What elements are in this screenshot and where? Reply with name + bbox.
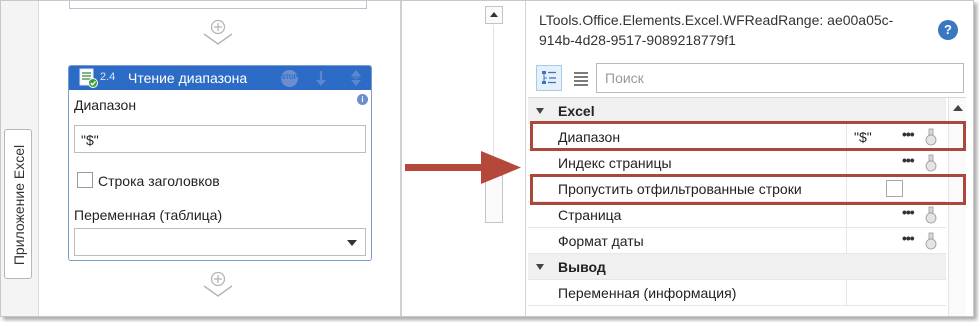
annotation-arrow-icon (405, 151, 521, 184)
property-row-sheet-index[interactable]: Индекс страницы ••• (528, 150, 946, 176)
info-icon[interactable]: i (357, 94, 368, 105)
property-row-sheet[interactable]: Страница ••• (528, 202, 946, 228)
activity-number: 2.4 (100, 71, 116, 83)
list-icon (574, 72, 588, 86)
variable-table-select[interactable] (74, 228, 366, 256)
column-divider (846, 228, 847, 253)
categorized-icon (542, 71, 556, 84)
scroll-up-button[interactable] (485, 6, 503, 24)
flask-icon[interactable] (924, 154, 938, 172)
category-row-output[interactable]: Вывод (528, 254, 946, 280)
property-row-variable-info[interactable]: Переменная (информация) (528, 280, 946, 306)
range-input[interactable]: "$" (74, 125, 366, 153)
stop-icon[interactable]: STOP (281, 70, 298, 87)
properties-title: LTools.Office.Elements.Excel.WFReadRange… (539, 12, 894, 48)
column-divider (846, 150, 847, 175)
column-divider (846, 280, 847, 305)
header-row-checkbox[interactable] (77, 172, 93, 188)
range-label: Диапазон (74, 97, 137, 113)
dropdown-arrow-icon (347, 240, 357, 246)
collapse-caret-icon[interactable] (536, 108, 544, 114)
properties-search-input[interactable]: Поиск (596, 63, 964, 93)
expand-collapse-icon[interactable] (347, 68, 365, 88)
header-row-label: Строка заголовков (98, 173, 220, 189)
scroll-up-icon[interactable] (953, 105, 963, 111)
collapse-caret-icon[interactable] (536, 264, 544, 270)
excel-read-icon (79, 68, 98, 88)
flask-icon[interactable] (924, 232, 938, 250)
window-frame: Приложение Excel 2.4 Чтение диапазона ST… (0, 0, 974, 317)
more-options-icon[interactable]: ••• (902, 230, 915, 246)
workflow-designer: 2.4 Чтение диапазона STOP i Диапазон "$"… (39, 1, 401, 316)
read-range-activity[interactable]: 2.4 Чтение диапазона STOP i Диапазон "$"… (68, 65, 372, 261)
highlight-range-row (530, 121, 966, 151)
help-icon[interactable]: ? (938, 20, 958, 40)
side-tab-label: Приложение Excel (11, 144, 27, 266)
column-divider (846, 202, 847, 227)
divider (401, 1, 402, 316)
properties-panel: LTools.Office.Elements.Excel.WFReadRange… (525, 1, 973, 316)
property-name: Формат даты (558, 233, 644, 249)
property-name: Страница (558, 207, 622, 223)
left-side-strip: Приложение Excel (1, 1, 39, 316)
alphabetical-view-button[interactable] (568, 65, 594, 91)
more-options-icon[interactable]: ••• (902, 204, 915, 220)
previous-activity-bottom[interactable] (69, 1, 367, 9)
scroll-up-icon (490, 12, 498, 17)
category-name: Excel (558, 103, 595, 119)
more-options-icon[interactable]: ••• (902, 152, 915, 168)
activity-title: Чтение диапазона (128, 70, 248, 86)
variable-table-label: Переменная (таблица) (74, 207, 223, 223)
add-activity-connector-bottom[interactable] (201, 269, 235, 299)
side-tab-excel-app[interactable]: Приложение Excel (4, 129, 32, 279)
activity-header[interactable]: 2.4 Чтение диапазона STOP (69, 66, 371, 90)
move-down-icon[interactable] (313, 68, 329, 88)
flask-icon[interactable] (924, 206, 938, 224)
properties-toolbar: Поиск (534, 61, 966, 95)
add-activity-connector-top[interactable] (201, 17, 235, 47)
category-name: Вывод (558, 259, 606, 275)
property-row-date-format[interactable]: Формат даты ••• (528, 228, 946, 254)
highlight-skip-filtered-row (530, 174, 966, 205)
categorized-view-button[interactable] (536, 65, 562, 91)
property-name: Индекс страницы (558, 155, 672, 171)
property-name: Переменная (информация) (558, 285, 737, 301)
